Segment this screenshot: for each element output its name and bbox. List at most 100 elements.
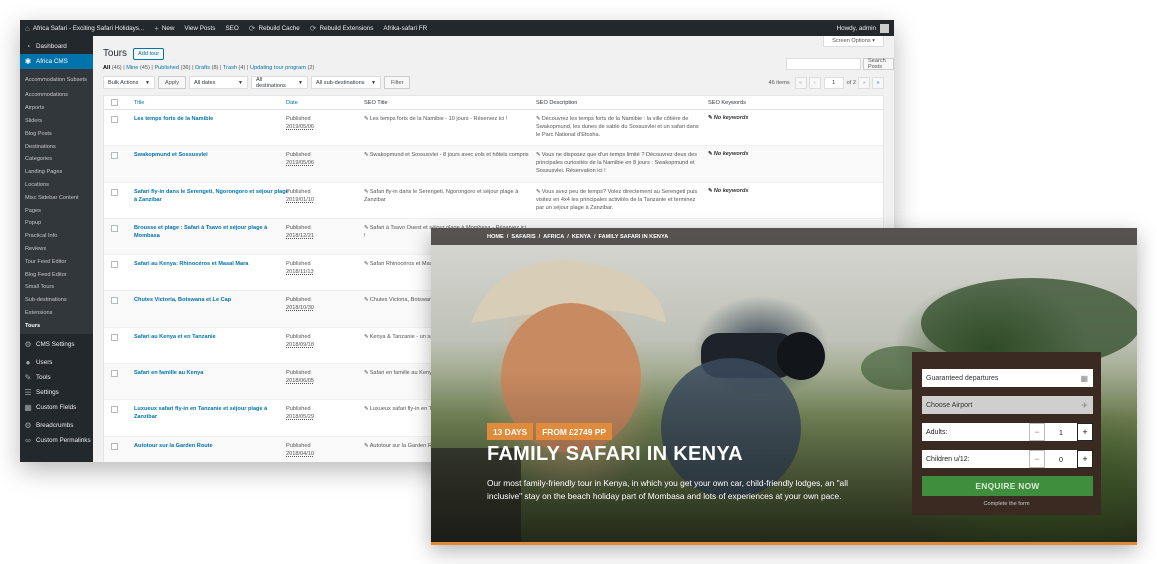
- submenu-item[interactable]: Destinations: [20, 140, 93, 153]
- bulk-actions-select[interactable]: Bulk Actions ▼: [103, 76, 155, 89]
- submenu-item[interactable]: Sub-destinations: [20, 294, 93, 307]
- next-page-button[interactable]: ›: [858, 76, 870, 89]
- tour-title-link[interactable]: Safari fly-in dans le Serengeti, Ngorong…: [134, 188, 289, 204]
- row-checkbox[interactable]: [111, 297, 118, 305]
- date-filter-select[interactable]: All dates ▼: [189, 76, 248, 89]
- pencil-icon[interactable]: ✎: [364, 443, 369, 449]
- submenu-item[interactable]: Extensions: [20, 307, 93, 320]
- row-checkbox[interactable]: [111, 406, 118, 414]
- submenu-item[interactable]: Blog Posts: [20, 127, 93, 140]
- prev-page-button[interactable]: ‹: [808, 76, 821, 89]
- sidebar-item-custom-permalinks[interactable]: ∞ Custom Permalinks: [20, 433, 93, 448]
- add-tour-button[interactable]: Add tour: [133, 48, 165, 60]
- filter-trash[interactable]: Trash: [223, 65, 237, 71]
- submenu-item[interactable]: Accommodation Subsets: [20, 71, 93, 89]
- breadcrumb-item[interactable]: KENYA: [572, 234, 591, 240]
- filter-all[interactable]: All: [103, 65, 110, 71]
- row-checkbox[interactable]: [111, 188, 118, 196]
- submenu-item[interactable]: Reviews: [20, 243, 93, 256]
- admin-bar-seo[interactable]: SEO: [220, 20, 243, 36]
- tour-title-link[interactable]: Swakopmund et Sossusvlei: [134, 151, 289, 159]
- pencil-icon[interactable]: ✎: [364, 370, 369, 376]
- breadcrumb-item[interactable]: HOME: [487, 234, 504, 240]
- pencil-icon[interactable]: ✎: [364, 406, 369, 412]
- sidebar-item-tools[interactable]: ✎ Tools: [20, 370, 93, 385]
- submenu-item[interactable]: Blog Feed Editor: [20, 268, 93, 281]
- pencil-icon[interactable]: ✎: [364, 261, 369, 267]
- pencil-icon[interactable]: ✎: [364, 297, 369, 303]
- filter-published[interactable]: Published: [154, 65, 179, 71]
- submenu-item[interactable]: Misc Sidebar Content: [20, 191, 93, 204]
- pencil-icon[interactable]: ✎: [708, 151, 713, 157]
- submenu-item[interactable]: Sliders: [20, 115, 93, 128]
- submenu-item[interactable]: Practical Info: [20, 230, 93, 243]
- admin-bar-rebuild-cache[interactable]: ⟳ Rebuild Cache: [244, 20, 305, 36]
- submenu-item[interactable]: Categories: [20, 153, 93, 166]
- destination-filter-select[interactable]: All destinations ▼: [251, 76, 308, 89]
- subdestination-filter-select[interactable]: All sub-destinations ▼: [311, 76, 381, 89]
- pencil-icon[interactable]: ✎: [536, 189, 541, 195]
- sidebar-item-africa-cms[interactable]: ✱ Africa CMS: [20, 54, 93, 69]
- pencil-icon[interactable]: ✎: [536, 152, 541, 158]
- children-value[interactable]: 0: [1045, 450, 1077, 468]
- sidebar-item-cms-settings[interactable]: ⚙ CMS Settings: [20, 337, 93, 352]
- submenu-item[interactable]: Small Tours: [20, 281, 93, 294]
- current-page-input[interactable]: 1: [823, 76, 844, 89]
- submenu-item[interactable]: Locations: [20, 179, 93, 192]
- admin-bar-new[interactable]: + New: [149, 20, 179, 36]
- departures-select[interactable]: Guaranteed departures ▦: [922, 369, 1093, 387]
- column-title[interactable]: Title: [134, 100, 144, 106]
- tour-title-link[interactable]: Safari au Kenya et en Tanzanie: [134, 333, 289, 341]
- airport-select[interactable]: Choose Airport ✈: [922, 396, 1093, 414]
- pencil-icon[interactable]: ✎: [364, 189, 369, 195]
- filter-button[interactable]: Filter: [384, 76, 411, 89]
- pencil-icon[interactable]: ✎: [364, 225, 369, 231]
- adults-value[interactable]: 1: [1045, 423, 1077, 441]
- admin-bar-rebuild-extensions[interactable]: ⟳ Rebuild Extensions: [305, 20, 379, 36]
- admin-bar-site[interactable]: ⌂ Africa Safari - Exciting Safari Holida…: [20, 20, 149, 36]
- admin-bar-site-fr[interactable]: Afrika-safari FR: [378, 20, 432, 36]
- pencil-icon[interactable]: ✎: [364, 334, 369, 340]
- column-date[interactable]: Date: [286, 100, 298, 106]
- row-checkbox[interactable]: [111, 442, 118, 450]
- submenu-item[interactable]: Pages: [20, 204, 93, 217]
- tour-title-link[interactable]: Les temps forts de la Namibie: [134, 115, 289, 123]
- row-checkbox[interactable]: [111, 152, 118, 160]
- admin-bar-view-posts[interactable]: View Posts: [179, 20, 220, 36]
- pencil-icon[interactable]: ✎: [708, 188, 713, 194]
- admin-bar-account[interactable]: Howdy, admin: [832, 20, 894, 36]
- first-page-button[interactable]: «: [794, 76, 807, 89]
- row-checkbox[interactable]: [111, 370, 118, 378]
- tour-title-link[interactable]: Autotour sur la Garden Route: [134, 442, 289, 450]
- pencil-icon[interactable]: ✎: [536, 116, 541, 122]
- row-checkbox[interactable]: [111, 116, 118, 123]
- last-page-button[interactable]: »: [872, 76, 884, 89]
- row-checkbox[interactable]: [111, 224, 118, 232]
- children-plus-button[interactable]: +: [1077, 450, 1093, 468]
- tour-title-link[interactable]: Chutes Victoria, Botswana et Le Cap: [134, 296, 289, 304]
- enquire-now-button[interactable]: ENQUIRE NOW: [922, 476, 1093, 496]
- sidebar-item-dashboard[interactable]: ◔ Dashboard: [20, 39, 93, 54]
- submenu-item[interactable]: Accommodations: [20, 89, 93, 102]
- submenu-item-tours[interactable]: Tours: [20, 319, 93, 332]
- search-posts-button[interactable]: Search Posts: [863, 58, 894, 70]
- sidebar-item-settings[interactable]: ☰ Settings: [20, 385, 93, 400]
- sidebar-item-custom-fields[interactable]: ▦ Custom Fields: [20, 400, 93, 415]
- breadcrumb-item[interactable]: AFRICA: [543, 234, 564, 240]
- submenu-item[interactable]: Popup: [20, 217, 93, 230]
- tour-title-link[interactable]: Brousse et plage : Safari à Tsavo et séj…: [134, 224, 289, 240]
- submenu-item[interactable]: Landing Pages: [20, 166, 93, 179]
- submenu-item[interactable]: Airports: [20, 102, 93, 115]
- adults-plus-button[interactable]: +: [1077, 423, 1093, 441]
- row-checkbox[interactable]: [111, 333, 118, 341]
- tour-title-link[interactable]: Safari en famille au Kenya: [134, 369, 289, 377]
- children-minus-button[interactable]: −: [1029, 450, 1045, 468]
- sidebar-item-users[interactable]: ● Users: [20, 355, 93, 370]
- pencil-icon[interactable]: ✎: [364, 116, 369, 122]
- tour-title-link[interactable]: Safari au Kenya: Rhinocéros et Masaï Mar…: [134, 260, 289, 268]
- row-checkbox[interactable]: [111, 261, 118, 269]
- filter-mine[interactable]: Mine: [126, 65, 138, 71]
- sidebar-item-breadcrumbs[interactable]: ⚙ Breadcrumbs: [20, 418, 93, 433]
- filter-updating[interactable]: Updating tour program: [250, 65, 306, 71]
- breadcrumb-item[interactable]: SAFARIS: [511, 234, 535, 240]
